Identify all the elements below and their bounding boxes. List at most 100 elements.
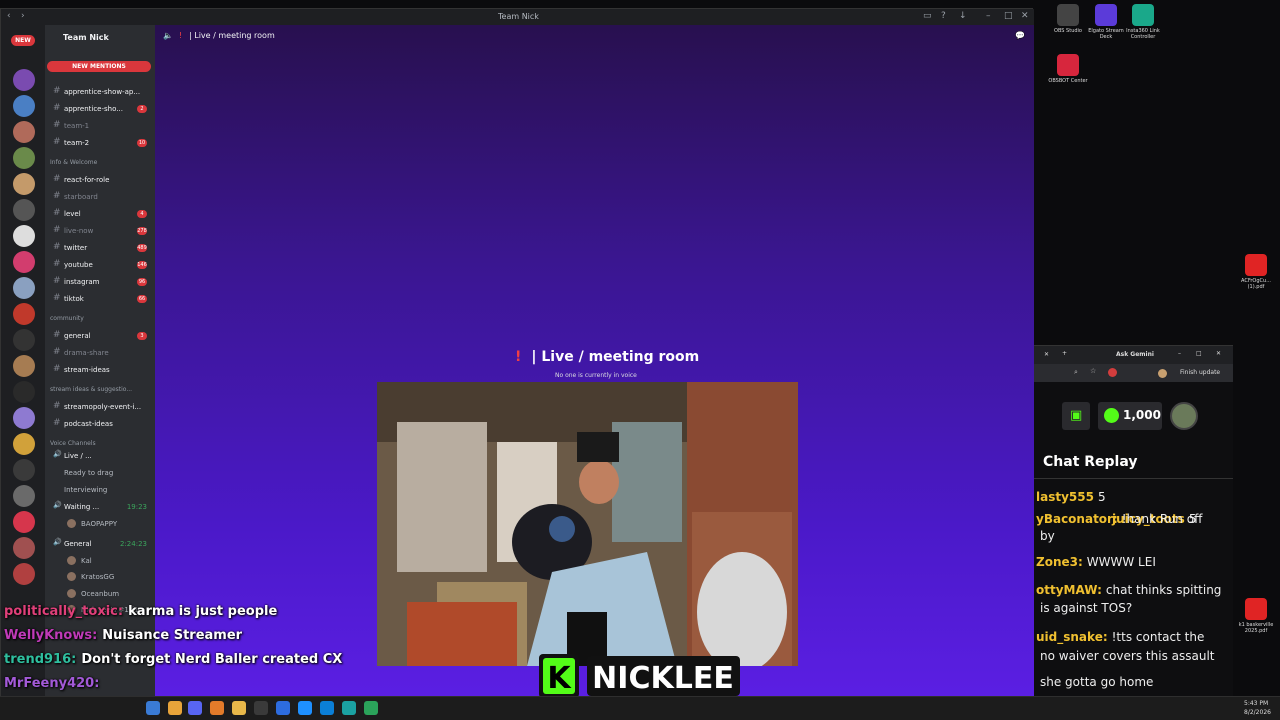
server-icon[interactable] bbox=[13, 511, 35, 533]
voice-channel[interactable]: 🔊 Live / ... bbox=[49, 449, 155, 463]
screen-icon[interactable]: ▭ bbox=[923, 11, 932, 21]
server-icon[interactable] bbox=[13, 199, 35, 221]
voice-user[interactable]: KratosGG bbox=[49, 570, 155, 584]
voice-channel[interactable]: 🔊 General 2:24:23 bbox=[49, 537, 155, 551]
channel-item[interactable]: # youtube 146 bbox=[49, 258, 155, 272]
finish-update-button[interactable]: Finish update bbox=[1180, 369, 1220, 376]
desktop-shortcut[interactable]: k1 baskerville 2025.pdf bbox=[1234, 598, 1278, 634]
server-icon[interactable] bbox=[13, 433, 35, 455]
desktop-shortcut[interactable]: Insta360 Link Controller bbox=[1121, 4, 1165, 40]
close-button[interactable]: ✕ bbox=[1216, 350, 1221, 357]
app-icon[interactable] bbox=[276, 701, 290, 715]
help-icon[interactable]: ? bbox=[941, 11, 946, 21]
folder-icon[interactable] bbox=[232, 701, 246, 715]
star-icon[interactable]: ☆ bbox=[1090, 367, 1096, 375]
channel-item[interactable]: # instagram 96 bbox=[49, 275, 155, 289]
voice-sub[interactable]: Ready to drag bbox=[49, 466, 155, 480]
server-icon[interactable] bbox=[13, 355, 35, 377]
forward-icon[interactable]: › bbox=[21, 11, 25, 21]
discord-icon[interactable] bbox=[188, 701, 202, 715]
server-icon[interactable] bbox=[13, 303, 35, 325]
voice-user[interactable]: Oceanbum bbox=[49, 587, 155, 601]
category-label[interactable]: Info & Welcome bbox=[50, 159, 97, 166]
minimize-button[interactable]: – bbox=[1178, 350, 1181, 357]
new-mentions-pill[interactable]: NEW MENTIONS bbox=[47, 61, 151, 72]
maximize-button[interactable]: □ bbox=[1004, 11, 1013, 21]
channel-item[interactable]: # tiktok 66 bbox=[49, 292, 155, 306]
channel-item[interactable]: # drama-share bbox=[49, 346, 155, 360]
maximize-button[interactable]: □ bbox=[1196, 350, 1202, 357]
minimize-button[interactable]: – bbox=[986, 11, 991, 21]
windows-start-icon[interactable] bbox=[146, 701, 160, 715]
server-icon[interactable] bbox=[13, 407, 35, 429]
channel-item[interactable]: # team-2 10 bbox=[49, 136, 155, 150]
voice-sub[interactable]: Interviewing bbox=[49, 483, 155, 497]
app-icon[interactable] bbox=[364, 701, 378, 715]
server-icon[interactable] bbox=[13, 329, 35, 351]
server-icon[interactable] bbox=[13, 251, 35, 273]
voice-channel[interactable]: 🔊 Waiting ... 19:23 bbox=[49, 500, 155, 514]
speaker-icon[interactable]: 🔈 bbox=[163, 31, 173, 40]
download-icon[interactable]: ↓ bbox=[959, 11, 967, 21]
channel-item[interactable]: # live-now 278 bbox=[49, 224, 155, 238]
app-icon[interactable] bbox=[254, 701, 268, 715]
new-badge[interactable]: NEW bbox=[11, 35, 35, 46]
channel-item[interactable]: # general 3 bbox=[49, 329, 155, 343]
voice-user[interactable]: Kal bbox=[49, 554, 155, 568]
server-icon[interactable] bbox=[13, 121, 35, 143]
unread-badge: 4 bbox=[137, 210, 147, 218]
channel-item[interactable]: # streamopoly-event-i... bbox=[49, 400, 155, 414]
category-label[interactable]: community bbox=[50, 315, 84, 322]
channel-label: instagram bbox=[64, 278, 100, 286]
back-icon[interactable]: ‹ bbox=[7, 11, 11, 21]
channel-item[interactable]: # apprentice-sho... 2 bbox=[49, 102, 155, 116]
server-icon[interactable] bbox=[13, 277, 35, 299]
server-icon[interactable] bbox=[13, 69, 35, 91]
channel-item[interactable]: # level 4 bbox=[49, 207, 155, 221]
desktop-shortcut[interactable]: OBSBOT Center bbox=[1046, 54, 1090, 84]
extension-icon[interactable] bbox=[1108, 368, 1117, 377]
voice-label: Live / ... bbox=[64, 452, 92, 460]
category-label[interactable]: stream ideas & suggestio... bbox=[50, 386, 132, 393]
close-icon[interactable]: ✕ bbox=[1044, 351, 1049, 358]
search-icon[interactable]: ⌕ bbox=[1074, 368, 1078, 377]
close-button[interactable]: ✕ bbox=[1021, 11, 1029, 21]
channel-item[interactable]: # podcast-ideas bbox=[49, 417, 155, 431]
ask-gemini-button[interactable]: Ask Gemini bbox=[1116, 351, 1154, 358]
app-icon[interactable] bbox=[210, 701, 224, 715]
channel-item[interactable]: # react-for-role bbox=[49, 173, 155, 187]
clock-date[interactable]: 8/2/2026 bbox=[1244, 709, 1271, 716]
app-icon[interactable] bbox=[320, 701, 334, 715]
channel-item[interactable]: # stream-ideas bbox=[49, 363, 155, 377]
channel-item[interactable]: # starboard bbox=[49, 190, 155, 204]
points-button[interactable]: 1,000 bbox=[1098, 402, 1162, 430]
channel-item[interactable]: # twitter 489 bbox=[49, 241, 155, 255]
category-label[interactable]: Voice Channels bbox=[50, 440, 96, 447]
app-icon[interactable] bbox=[298, 701, 312, 715]
server-icon[interactable] bbox=[13, 173, 35, 195]
channel-item[interactable]: # apprentice-show-ap... bbox=[49, 85, 155, 99]
server-icon[interactable] bbox=[13, 537, 35, 559]
app-icon[interactable] bbox=[168, 701, 182, 715]
voice-user[interactable]: BAOPAPPY bbox=[49, 517, 155, 531]
server-icon[interactable] bbox=[13, 147, 35, 169]
avatar[interactable] bbox=[1170, 402, 1198, 430]
server-icon[interactable] bbox=[13, 225, 35, 247]
clock-time[interactable]: 5:43 PM bbox=[1244, 700, 1268, 707]
desktop-shortcut[interactable]: ACFrOgCu... (1).pdf bbox=[1234, 254, 1278, 290]
replay-message: !hank Run off bbox=[1121, 512, 1203, 526]
server-icon[interactable] bbox=[13, 381, 35, 403]
chat-icon[interactable]: 💬 bbox=[1015, 31, 1025, 40]
server-icon[interactable] bbox=[13, 485, 35, 507]
profile-avatar[interactable] bbox=[1158, 369, 1167, 378]
channel-item[interactable]: # team-1 bbox=[49, 119, 155, 133]
channel-label: team-2 bbox=[64, 139, 90, 147]
new-tab-icon[interactable]: + bbox=[1062, 350, 1067, 357]
server-header[interactable]: Team Nick bbox=[45, 25, 155, 47]
server-icon[interactable] bbox=[13, 563, 35, 585]
hash-icon: # bbox=[53, 103, 61, 113]
server-icon[interactable] bbox=[13, 459, 35, 481]
pin-button[interactable]: ▣ bbox=[1062, 402, 1090, 430]
server-icon[interactable] bbox=[13, 95, 35, 117]
edge-icon[interactable] bbox=[342, 701, 356, 715]
